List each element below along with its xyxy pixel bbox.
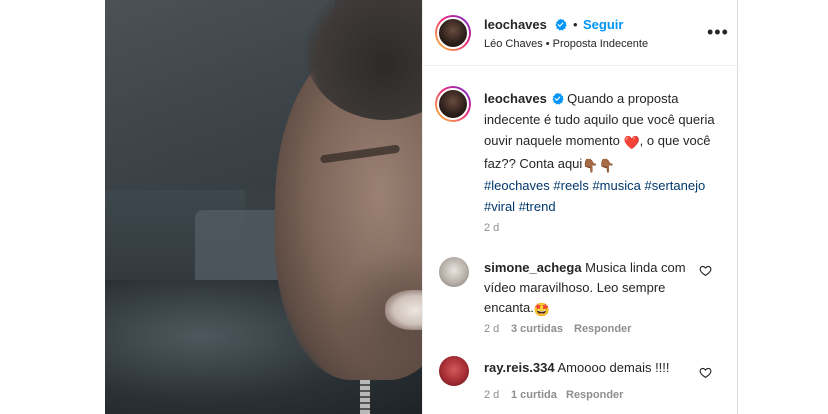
follow-button[interactable]: Seguir [583, 17, 623, 32]
author-avatar[interactable] [435, 15, 471, 51]
post-details-panel: leochaves • Seguir Léo Chaves • Proposta… [422, 0, 739, 414]
heart-emoji: ❤️ [623, 135, 640, 150]
comment-likes-count[interactable]: 3 curtidas [511, 323, 563, 335]
commenter-avatar[interactable] [439, 356, 469, 386]
post-caption: leochaves Quando a proposta indecente é … [484, 88, 734, 176]
hashtag-link[interactable]: #reels [553, 178, 588, 193]
comment-timestamp[interactable]: 2 d [484, 389, 499, 401]
comment-timestamp[interactable]: 2 d [484, 323, 499, 335]
audio-subtitle[interactable]: Léo Chaves • Proposta Indecente [484, 38, 648, 50]
verified-badge-icon [551, 92, 564, 105]
comment-text: Amoooo demais !!!! [557, 360, 670, 375]
more-options-icon[interactable]: ••• [707, 22, 729, 43]
post-header: leochaves • Seguir Léo Chaves • Proposta… [423, 0, 739, 66]
reply-button[interactable]: Responder [566, 389, 623, 401]
comment-likes-count[interactable]: 1 curtida [511, 389, 557, 401]
hashtag-link[interactable]: #musica [592, 178, 640, 193]
comment-username[interactable]: simone_achega [484, 260, 582, 275]
post-media-video[interactable] [105, 0, 422, 414]
commenter-avatar[interactable] [439, 257, 469, 287]
hashtag-link[interactable]: #sertanejo [645, 178, 706, 193]
verified-badge-icon [555, 18, 567, 31]
caption-avatar[interactable] [435, 86, 471, 122]
reply-button[interactable]: Responder [574, 323, 631, 335]
comment-username[interactable]: ray.reis.334 [484, 360, 555, 375]
caption-username[interactable]: leochaves [484, 91, 547, 106]
hashtag-link[interactable]: #viral [484, 199, 515, 214]
comment: simone_achega Musica linda com vídeo mar… [484, 258, 704, 320]
header-separator-dot: • [573, 17, 578, 32]
hashtag-link[interactable]: #trend [519, 199, 556, 214]
caption-hashtags: #leochaves #reels #musica #sertanejo #vi… [484, 175, 724, 217]
caption-timestamp[interactable]: 2 d [484, 222, 499, 234]
author-username[interactable]: leochaves [484, 17, 547, 32]
comment: ray.reis.334 Amoooo demais !!!! [484, 358, 704, 378]
star-struck-emoji: 🤩 [533, 302, 551, 317]
heart-outline-icon[interactable] [699, 264, 712, 277]
heart-outline-icon[interactable] [699, 366, 712, 379]
hashtag-link[interactable]: #leochaves [484, 178, 550, 193]
pointing-down-emoji: 👇🏾👇🏾 [582, 158, 615, 173]
